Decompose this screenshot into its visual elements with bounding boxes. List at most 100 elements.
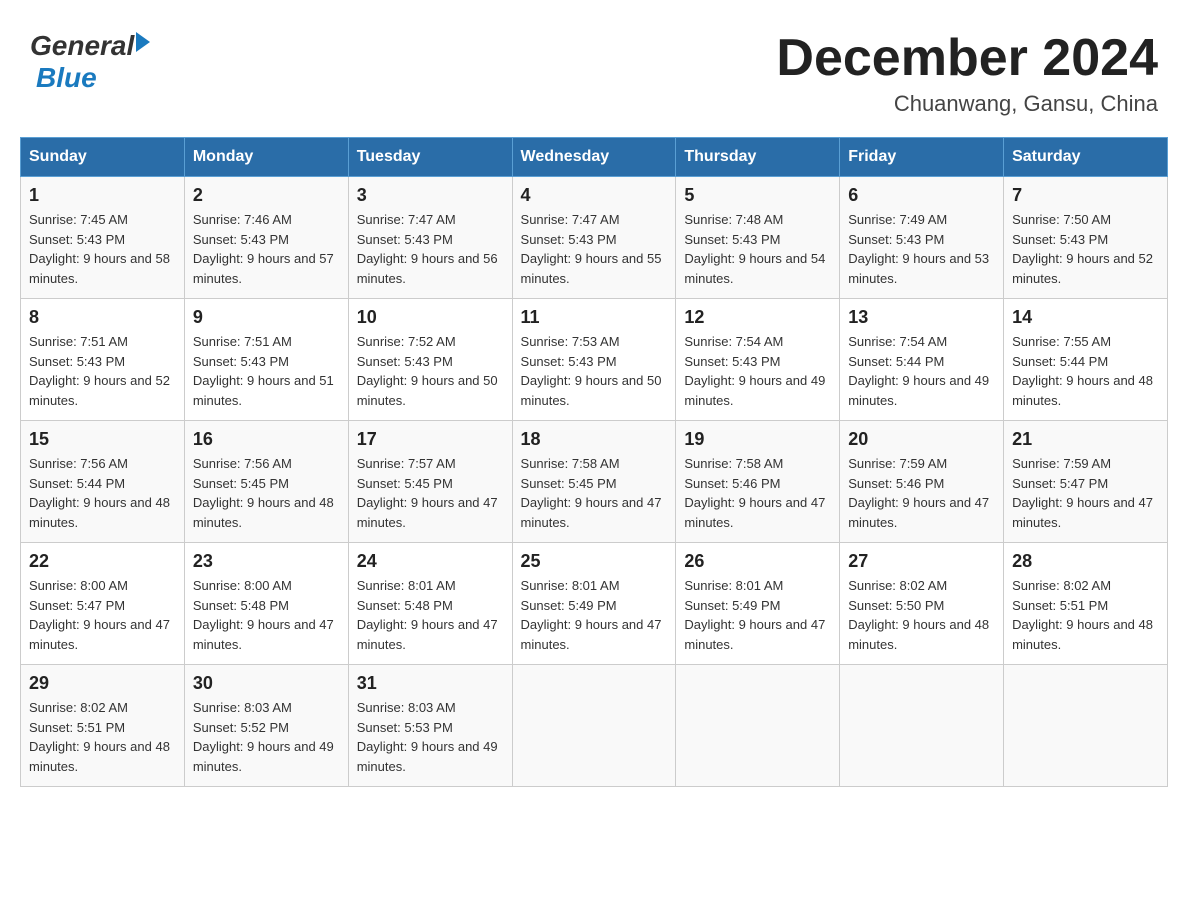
- day-info: Sunrise: 8:00 AMSunset: 5:48 PMDaylight:…: [193, 576, 340, 654]
- header-wednesday: Wednesday: [512, 138, 676, 177]
- day-number: 29: [29, 673, 176, 694]
- day-number: 23: [193, 551, 340, 572]
- day-number: 31: [357, 673, 504, 694]
- day-number: 7: [1012, 185, 1159, 206]
- day-number: 3: [357, 185, 504, 206]
- day-number: 6: [848, 185, 995, 206]
- day-cell: 14 Sunrise: 7:55 AMSunset: 5:44 PMDaylig…: [1004, 299, 1168, 421]
- day-info: Sunrise: 7:46 AMSunset: 5:43 PMDaylight:…: [193, 210, 340, 288]
- day-number: 15: [29, 429, 176, 450]
- day-cell: 3 Sunrise: 7:47 AMSunset: 5:43 PMDayligh…: [348, 177, 512, 299]
- day-cell: 21 Sunrise: 7:59 AMSunset: 5:47 PMDaylig…: [1004, 421, 1168, 543]
- day-cell: 22 Sunrise: 8:00 AMSunset: 5:47 PMDaylig…: [21, 543, 185, 665]
- day-number: 10: [357, 307, 504, 328]
- day-info: Sunrise: 7:54 AMSunset: 5:44 PMDaylight:…: [848, 332, 995, 410]
- weekday-header-row: Sunday Monday Tuesday Wednesday Thursday…: [21, 138, 1168, 177]
- page-header: General Blue December 2024 Chuanwang, Ga…: [20, 20, 1168, 117]
- day-info: Sunrise: 7:56 AMSunset: 5:45 PMDaylight:…: [193, 454, 340, 532]
- header-thursday: Thursday: [676, 138, 840, 177]
- day-number: 11: [521, 307, 668, 328]
- day-info: Sunrise: 7:51 AMSunset: 5:43 PMDaylight:…: [29, 332, 176, 410]
- day-number: 21: [1012, 429, 1159, 450]
- day-number: 13: [848, 307, 995, 328]
- day-info: Sunrise: 7:47 AMSunset: 5:43 PMDaylight:…: [357, 210, 504, 288]
- header-monday: Monday: [184, 138, 348, 177]
- day-cell: [1004, 665, 1168, 787]
- day-info: Sunrise: 7:51 AMSunset: 5:43 PMDaylight:…: [193, 332, 340, 410]
- day-cell: 6 Sunrise: 7:49 AMSunset: 5:43 PMDayligh…: [840, 177, 1004, 299]
- day-number: 22: [29, 551, 176, 572]
- day-cell: 5 Sunrise: 7:48 AMSunset: 5:43 PMDayligh…: [676, 177, 840, 299]
- day-info: Sunrise: 8:02 AMSunset: 5:50 PMDaylight:…: [848, 576, 995, 654]
- week-row-3: 15 Sunrise: 7:56 AMSunset: 5:44 PMDaylig…: [21, 421, 1168, 543]
- day-number: 26: [684, 551, 831, 572]
- day-info: Sunrise: 7:47 AMSunset: 5:43 PMDaylight:…: [521, 210, 668, 288]
- day-info: Sunrise: 7:49 AMSunset: 5:43 PMDaylight:…: [848, 210, 995, 288]
- day-cell: 23 Sunrise: 8:00 AMSunset: 5:48 PMDaylig…: [184, 543, 348, 665]
- day-number: 5: [684, 185, 831, 206]
- day-info: Sunrise: 7:57 AMSunset: 5:45 PMDaylight:…: [357, 454, 504, 532]
- day-cell: 4 Sunrise: 7:47 AMSunset: 5:43 PMDayligh…: [512, 177, 676, 299]
- day-number: 4: [521, 185, 668, 206]
- day-cell: 26 Sunrise: 8:01 AMSunset: 5:49 PMDaylig…: [676, 543, 840, 665]
- logo-general-text: General: [30, 30, 134, 62]
- day-cell: 7 Sunrise: 7:50 AMSunset: 5:43 PMDayligh…: [1004, 177, 1168, 299]
- day-cell: 17 Sunrise: 7:57 AMSunset: 5:45 PMDaylig…: [348, 421, 512, 543]
- day-cell: [840, 665, 1004, 787]
- day-info: Sunrise: 7:59 AMSunset: 5:47 PMDaylight:…: [1012, 454, 1159, 532]
- day-cell: 27 Sunrise: 8:02 AMSunset: 5:50 PMDaylig…: [840, 543, 1004, 665]
- header-sunday: Sunday: [21, 138, 185, 177]
- day-info: Sunrise: 7:45 AMSunset: 5:43 PMDaylight:…: [29, 210, 176, 288]
- day-cell: [676, 665, 840, 787]
- day-cell: 13 Sunrise: 7:54 AMSunset: 5:44 PMDaylig…: [840, 299, 1004, 421]
- day-number: 14: [1012, 307, 1159, 328]
- day-cell: [512, 665, 676, 787]
- logo: General Blue: [30, 30, 150, 94]
- day-info: Sunrise: 7:50 AMSunset: 5:43 PMDaylight:…: [1012, 210, 1159, 288]
- day-cell: 10 Sunrise: 7:52 AMSunset: 5:43 PMDaylig…: [348, 299, 512, 421]
- day-info: Sunrise: 7:52 AMSunset: 5:43 PMDaylight:…: [357, 332, 504, 410]
- day-cell: 19 Sunrise: 7:58 AMSunset: 5:46 PMDaylig…: [676, 421, 840, 543]
- day-cell: 15 Sunrise: 7:56 AMSunset: 5:44 PMDaylig…: [21, 421, 185, 543]
- header-saturday: Saturday: [1004, 138, 1168, 177]
- day-cell: 12 Sunrise: 7:54 AMSunset: 5:43 PMDaylig…: [676, 299, 840, 421]
- day-info: Sunrise: 7:59 AMSunset: 5:46 PMDaylight:…: [848, 454, 995, 532]
- day-info: Sunrise: 7:53 AMSunset: 5:43 PMDaylight:…: [521, 332, 668, 410]
- day-info: Sunrise: 8:02 AMSunset: 5:51 PMDaylight:…: [1012, 576, 1159, 654]
- day-cell: 11 Sunrise: 7:53 AMSunset: 5:43 PMDaylig…: [512, 299, 676, 421]
- day-info: Sunrise: 7:48 AMSunset: 5:43 PMDaylight:…: [684, 210, 831, 288]
- day-info: Sunrise: 7:55 AMSunset: 5:44 PMDaylight:…: [1012, 332, 1159, 410]
- day-number: 12: [684, 307, 831, 328]
- title-section: December 2024 Chuanwang, Gansu, China: [776, 30, 1158, 117]
- day-number: 30: [193, 673, 340, 694]
- logo-blue-part: [134, 40, 150, 52]
- day-cell: 28 Sunrise: 8:02 AMSunset: 5:51 PMDaylig…: [1004, 543, 1168, 665]
- day-cell: 31 Sunrise: 8:03 AMSunset: 5:53 PMDaylig…: [348, 665, 512, 787]
- logo-arrow-icon: [136, 32, 150, 52]
- day-number: 27: [848, 551, 995, 572]
- day-number: 24: [357, 551, 504, 572]
- week-row-1: 1 Sunrise: 7:45 AMSunset: 5:43 PMDayligh…: [21, 177, 1168, 299]
- week-row-4: 22 Sunrise: 8:00 AMSunset: 5:47 PMDaylig…: [21, 543, 1168, 665]
- calendar-title: December 2024: [776, 30, 1158, 87]
- day-cell: 25 Sunrise: 8:01 AMSunset: 5:49 PMDaylig…: [512, 543, 676, 665]
- day-info: Sunrise: 8:03 AMSunset: 5:53 PMDaylight:…: [357, 698, 504, 776]
- day-number: 20: [848, 429, 995, 450]
- day-number: 28: [1012, 551, 1159, 572]
- day-number: 18: [521, 429, 668, 450]
- day-number: 8: [29, 307, 176, 328]
- day-cell: 20 Sunrise: 7:59 AMSunset: 5:46 PMDaylig…: [840, 421, 1004, 543]
- calendar-table: Sunday Monday Tuesday Wednesday Thursday…: [20, 137, 1168, 787]
- day-info: Sunrise: 8:03 AMSunset: 5:52 PMDaylight:…: [193, 698, 340, 776]
- day-cell: 18 Sunrise: 7:58 AMSunset: 5:45 PMDaylig…: [512, 421, 676, 543]
- day-number: 1: [29, 185, 176, 206]
- day-number: 25: [521, 551, 668, 572]
- day-number: 19: [684, 429, 831, 450]
- day-info: Sunrise: 8:01 AMSunset: 5:49 PMDaylight:…: [521, 576, 668, 654]
- day-info: Sunrise: 7:58 AMSunset: 5:46 PMDaylight:…: [684, 454, 831, 532]
- day-number: 2: [193, 185, 340, 206]
- day-number: 17: [357, 429, 504, 450]
- day-info: Sunrise: 8:02 AMSunset: 5:51 PMDaylight:…: [29, 698, 176, 776]
- day-info: Sunrise: 7:56 AMSunset: 5:44 PMDaylight:…: [29, 454, 176, 532]
- day-info: Sunrise: 8:00 AMSunset: 5:47 PMDaylight:…: [29, 576, 176, 654]
